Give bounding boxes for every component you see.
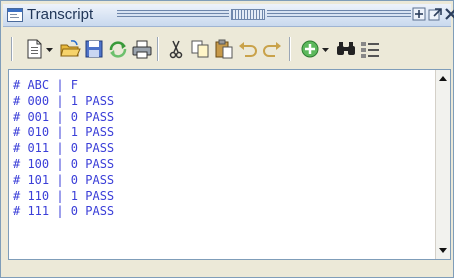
find-icon[interactable] <box>335 38 357 60</box>
transcript-pane[interactable]: # ABC | F # 000 | 1 PASS # 001 | 0 PASS # 0… <box>8 69 451 260</box>
toolbar-separator <box>289 37 291 61</box>
paste-icon[interactable] <box>213 38 235 60</box>
window-icon <box>7 8 23 22</box>
vertical-scrollbar[interactable] <box>435 70 450 259</box>
undo-icon[interactable] <box>237 38 259 60</box>
transcript-line: # 101 | 0 PASS <box>13 172 115 187</box>
open-folder-icon[interactable] <box>59 38 81 60</box>
redo-icon[interactable] <box>261 38 283 60</box>
toolbar-grip[interactable] <box>11 37 13 61</box>
scroll-down-arrow-icon[interactable] <box>436 243 450 257</box>
dropdown-arrow-icon[interactable] <box>45 38 55 60</box>
transcript-line: # 000 | 1 PASS <box>13 93 115 108</box>
transcript-text[interactable]: # ABC | F # 000 | 1 PASS # 001 | 0 PASS # 0… <box>13 78 114 220</box>
undock-icon[interactable] <box>427 6 443 22</box>
copy-icon[interactable] <box>189 38 211 60</box>
window-title: Transcript <box>27 6 94 23</box>
close-icon[interactable] <box>443 6 454 22</box>
add-icon[interactable] <box>299 38 321 60</box>
transcript-line: # 011 | 0 PASS <box>13 141 115 156</box>
dropdown-arrow-icon[interactable] <box>321 38 331 60</box>
transcript-line: # 001 | 0 PASS <box>13 109 115 124</box>
drag-grip-handle[interactable] <box>231 9 265 20</box>
drag-grip-right[interactable] <box>267 10 411 19</box>
transcript-line: # 111 | 0 PASS <box>13 204 115 219</box>
transcript-line: # 010 | 1 PASS <box>13 125 115 140</box>
transcript-line: # 100 | 0 PASS <box>13 156 115 171</box>
print-icon[interactable] <box>131 38 153 60</box>
transcript-line: # ABC | F <box>13 78 79 92</box>
new-file-icon[interactable] <box>23 38 45 60</box>
list-icon[interactable] <box>359 38 381 60</box>
restore-icon[interactable] <box>411 6 427 22</box>
status-strip <box>8 263 451 275</box>
transcript-window: Transcript # ABC | F # 000 | 1 PASS # 00… <box>0 0 454 278</box>
toolbar <box>9 34 449 66</box>
drag-grip-left[interactable] <box>117 10 229 19</box>
scroll-up-arrow-icon[interactable] <box>436 72 450 86</box>
save-icon[interactable] <box>83 38 105 60</box>
toolbar-separator <box>157 37 159 61</box>
transcript-line: # 110 | 1 PASS <box>13 188 115 203</box>
title-bar[interactable]: Transcript <box>3 4 454 27</box>
cut-icon[interactable] <box>165 38 187 60</box>
reload-icon[interactable] <box>107 38 129 60</box>
